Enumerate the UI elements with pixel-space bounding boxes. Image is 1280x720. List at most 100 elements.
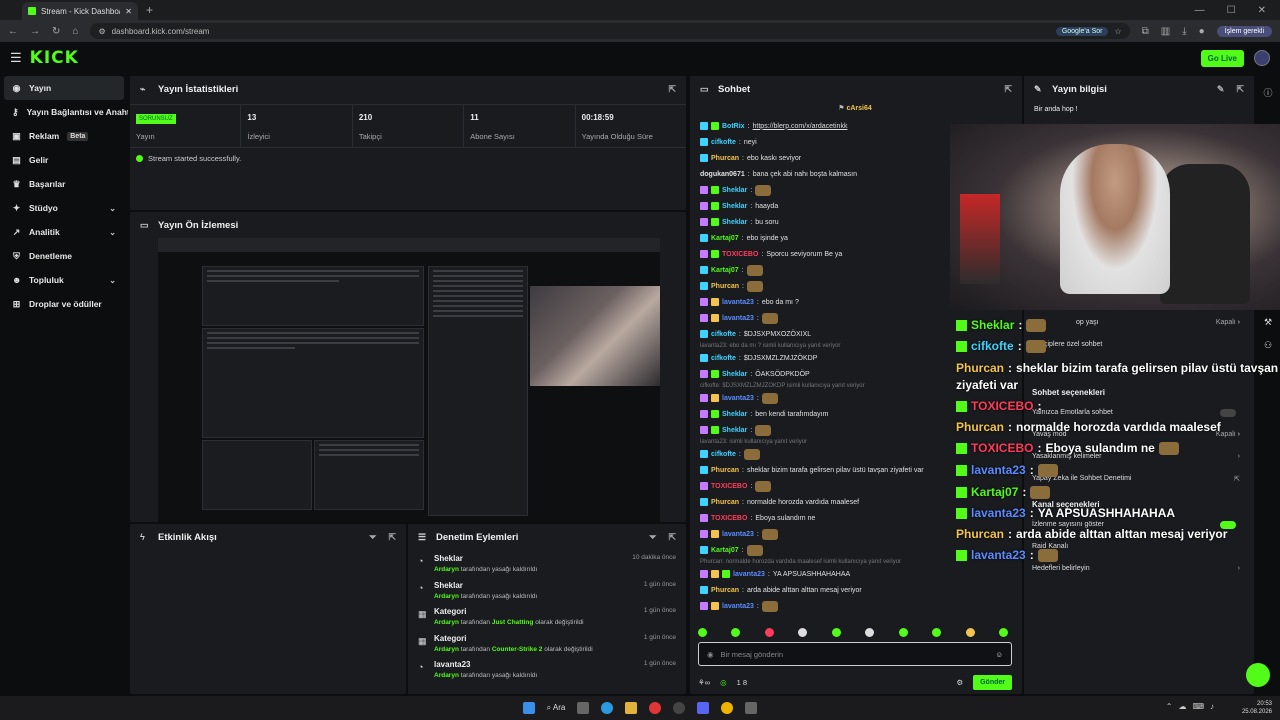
emoji-picker-icon[interactable]: ☺	[995, 650, 1003, 659]
mod-row-actor[interactable]: Ardaryn	[434, 566, 459, 573]
chat-username[interactable]: Phurcan	[711, 587, 739, 594]
popout-icon[interactable]: ⇱	[1236, 84, 1244, 95]
emoji-left-icon[interactable]: ◉	[707, 650, 714, 659]
sidebar-item-achievements[interactable]: ♛ Başarılar	[0, 172, 128, 196]
taskbar-search[interactable]: ⌕ Ara	[547, 703, 566, 713]
emote-icon[interactable]	[998, 628, 1008, 637]
popout-icon[interactable]: ⇱	[668, 84, 676, 95]
chat-username[interactable]: Sheklar	[722, 371, 747, 378]
popout-icon[interactable]: ⇱	[388, 532, 396, 543]
chat-username[interactable]: cifkofte	[711, 331, 736, 338]
sidebar-item-stream-key[interactable]: ⚷ Yayın Bağlantısı ve Anahtarı	[0, 100, 128, 124]
home-icon[interactable]: ⌂	[72, 26, 78, 37]
chat-username[interactable]: cifkofte	[711, 139, 736, 146]
emote-icon[interactable]	[764, 628, 774, 637]
help-fab-button[interactable]	[1246, 663, 1270, 687]
chat-username[interactable]: lavanta23	[722, 315, 754, 322]
download-icon[interactable]: ⤓	[1182, 26, 1186, 37]
kick-logo[interactable]: KICK	[30, 48, 79, 68]
minimize-icon[interactable]: —	[1195, 5, 1205, 16]
explorer-icon[interactable]	[625, 702, 638, 714]
windows-start-icon[interactable]	[522, 702, 535, 714]
discord-icon[interactable]	[697, 702, 710, 714]
system-tray[interactable]: ⌃☁⌨♪	[1166, 702, 1220, 711]
opera-icon[interactable]	[649, 702, 662, 714]
emote-icon[interactable]	[932, 628, 942, 637]
forward-icon[interactable]: →	[30, 26, 40, 37]
chat-username[interactable]: Sheklar	[722, 203, 747, 210]
emote-icon[interactable]	[731, 628, 741, 637]
url-bar[interactable]: ⚙ dashboard.kick.com/stream Google'a Sor…	[90, 23, 1130, 39]
chat-username[interactable]: TOXICEBO	[722, 251, 758, 258]
setting-ai-moderation[interactable]: Yapay Zeka ile Sohbet Denetimi ⇱	[1032, 475, 1240, 483]
sidebar-item-studio[interactable]: ✦ Stüdyo ⌄	[0, 196, 128, 220]
emote-icon[interactable]	[698, 628, 707, 637]
chat-username[interactable]: Phurcan	[711, 155, 739, 162]
chat-text[interactable]: https://blerp.com/x/ardacetinkk	[753, 123, 848, 130]
close-tab-icon[interactable]: ✕	[125, 7, 132, 16]
back-icon[interactable]: ←	[8, 26, 18, 37]
sidebar-item-yayin[interactable]: ◉ Yayın	[4, 76, 124, 100]
setting-goals[interactable]: Hedefleri belirleyin ›	[1032, 565, 1240, 572]
chat-username[interactable]: cifkofte	[711, 451, 736, 458]
emote-icon[interactable]	[831, 628, 841, 637]
obs-icon[interactable]	[673, 702, 686, 714]
emote-icon[interactable]	[865, 628, 875, 637]
chat-username[interactable]: Phurcan	[711, 499, 739, 506]
emote-icon[interactable]	[798, 628, 808, 637]
reload-icon[interactable]: ↻	[52, 26, 60, 37]
chat-username[interactable]: TOXICEBO	[711, 483, 747, 490]
sidebar-item-ads[interactable]: ▣ Reklam Beta	[0, 124, 128, 148]
sidebar-item-analytics[interactable]: ↗ Analitik ⌄	[0, 220, 128, 244]
app-icon[interactable]	[745, 702, 758, 714]
emote-icon[interactable]	[898, 628, 908, 637]
chat-username[interactable]: Phurcan	[711, 283, 739, 290]
edge-icon[interactable]	[601, 702, 614, 714]
chat-username[interactable]: Sheklar	[722, 411, 747, 418]
avatar[interactable]	[1254, 50, 1270, 66]
wrench-icon[interactable]: ⚒	[1256, 317, 1280, 328]
setting-subs-only[interactable]: çiplere özel sohbet	[1032, 341, 1240, 348]
popout-icon[interactable]: ⇱	[1004, 84, 1012, 95]
profile-icon[interactable]: ●	[1199, 26, 1205, 37]
site-info-icon[interactable]: ⚙	[98, 27, 105, 36]
chat-username[interactable]: Kartaj07	[711, 547, 739, 554]
go-live-button[interactable]: Go Live	[1200, 49, 1244, 67]
sidebar-item-drops[interactable]: ⊞ Droplar ve ödüller	[0, 292, 128, 316]
chat-username[interactable]: TOXICEBO	[711, 515, 747, 522]
extensions-icon[interactable]: ⧉	[1142, 26, 1149, 37]
chat-input[interactable]: ◉ Bir mesaj gönderin ☺	[698, 642, 1012, 666]
chat-username[interactable]: lavanta23	[733, 571, 765, 578]
sidepanel-icon[interactable]: ▥	[1161, 26, 1170, 37]
stream-preview-video[interactable]	[158, 238, 660, 522]
maximize-icon[interactable]: ☐	[1227, 5, 1236, 16]
chrome-icon[interactable]	[721, 702, 734, 714]
settings-gear-icon[interactable]: ⚙	[956, 678, 963, 687]
emote-only-toggle[interactable]	[1220, 409, 1236, 417]
chat-username[interactable]: Sheklar	[722, 219, 747, 226]
emote-icon[interactable]	[965, 628, 975, 637]
send-button[interactable]: Gönder	[973, 674, 1012, 690]
new-tab-button[interactable]: +	[146, 3, 153, 17]
edit-icon[interactable]: ✎	[1217, 84, 1225, 95]
chat-username[interactable]: lavanta23	[722, 395, 754, 402]
chat-username[interactable]: dogukan0671	[700, 171, 745, 178]
chat-username[interactable]: Kartaj07	[711, 267, 739, 274]
chat-username[interactable]: Phurcan	[711, 467, 739, 474]
chat-username[interactable]: cifkofte	[711, 355, 736, 362]
people-icon[interactable]: ⚇	[1256, 340, 1280, 351]
setting-raid[interactable]: Raid Kanalı	[1032, 543, 1240, 550]
browser-tab[interactable]: Stream - Kick Dashboard ✕	[22, 2, 138, 20]
chat-username[interactable]: Sheklar	[722, 427, 747, 434]
sidebar-item-community[interactable]: ☻ Topluluk ⌄	[0, 268, 128, 292]
pinned-user[interactable]: ⚑ cArsi64	[690, 104, 1020, 112]
info-icon[interactable]: ⓘ	[1256, 86, 1280, 99]
mod-row-actor[interactable]: Ardaryn	[434, 646, 459, 653]
task-view-icon[interactable]	[577, 702, 590, 714]
close-window-icon[interactable]: ✕	[1258, 5, 1266, 16]
mod-row-actor[interactable]: Ardaryn	[434, 619, 459, 626]
chat-username[interactable]: lavanta23	[722, 603, 754, 610]
mod-row-actor[interactable]: Ardaryn	[434, 593, 459, 600]
mod-row-actor[interactable]: Ardaryn	[434, 672, 459, 679]
chat-tools-icon[interactable]: ⚘∞	[698, 678, 710, 687]
